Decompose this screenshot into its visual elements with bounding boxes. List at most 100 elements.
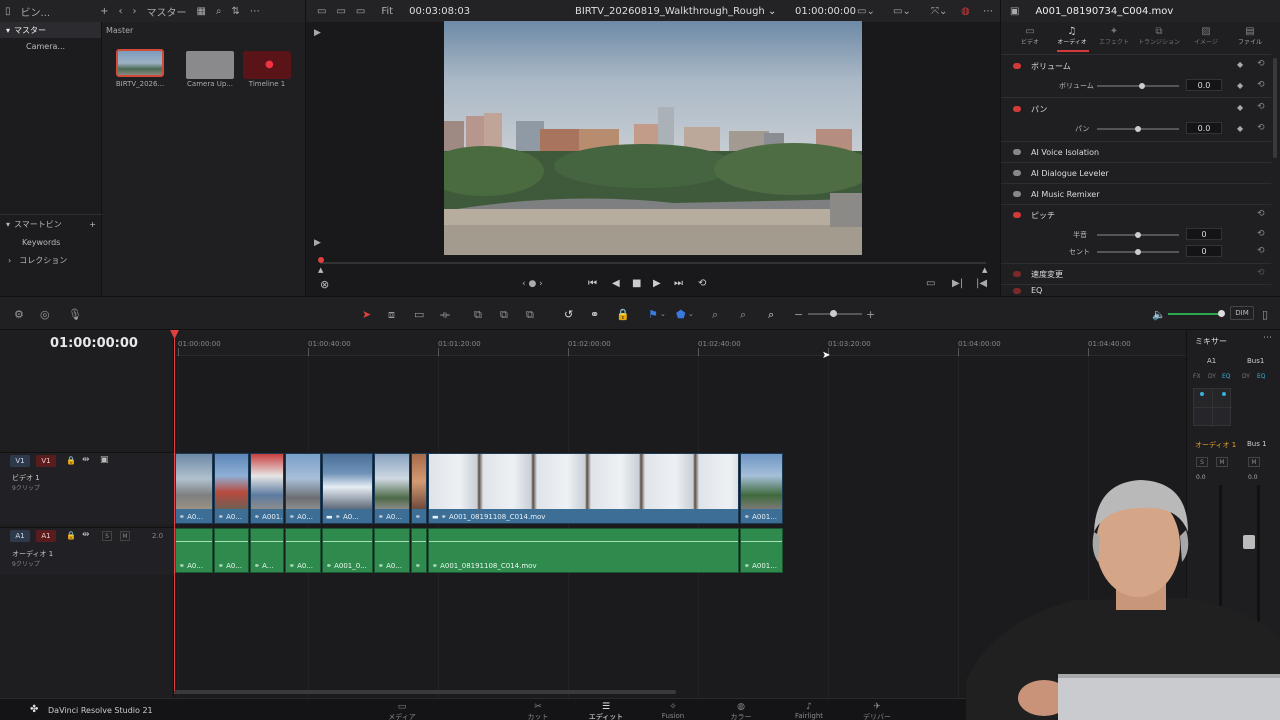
- ai-voice-isolation[interactable]: AI Voice Isolation: [1001, 142, 1271, 162]
- viewer-video-frame[interactable]: [444, 21, 862, 255]
- reset-icon[interactable]: ⟲: [1257, 59, 1265, 69]
- timeline-name-dropdown[interactable]: BIRTV_20260819_Walkthrough_Rough ⌄: [570, 6, 781, 17]
- page-tab-fairlight[interactable]: ♪ Fairlight: [784, 702, 834, 720]
- dual-viewer-icon[interactable]: ▭: [331, 6, 350, 17]
- play-icon[interactable]: ▶: [653, 278, 661, 289]
- reset-icon[interactable]: ⟲: [1257, 123, 1265, 133]
- page-tab-media[interactable]: ▭ メディア: [377, 702, 427, 720]
- a1-dest-patch[interactable]: A1: [36, 530, 56, 542]
- zoom-slider-knob[interactable]: [830, 310, 837, 317]
- reset-icon[interactable]: ⟲: [1257, 268, 1265, 278]
- folder-icon[interactable]: [186, 51, 234, 79]
- panel-toggle-icon[interactable]: ▯: [0, 6, 16, 17]
- chevron-down-icon[interactable]: ⌄: [660, 310, 666, 318]
- search-icon[interactable]: ⌕: [211, 6, 227, 17]
- audio-clip[interactable]: ⚭: [411, 528, 427, 573]
- auto-select-icon[interactable]: ⇹: [82, 455, 90, 465]
- pan-value[interactable]: 0.0: [1186, 122, 1222, 134]
- loop-icon[interactable]: ⟲: [698, 278, 706, 289]
- mixer-mute-button[interactable]: M: [1216, 457, 1228, 467]
- keyframe-icon[interactable]: ◆: [1237, 60, 1243, 69]
- keyframe-icon[interactable]: ◆: [1237, 124, 1243, 133]
- eq-button[interactable]: EQ: [1222, 373, 1231, 380]
- audio-clip[interactable]: ⚭ A0...: [374, 528, 410, 573]
- smartbin-collection[interactable]: › コレクション: [0, 252, 102, 268]
- tab-file[interactable]: ▤ ファイル: [1235, 26, 1265, 46]
- overwrite-clip-icon[interactable]: ⧉: [500, 308, 508, 322]
- clip-thumbnail-timeline[interactable]: [116, 49, 164, 77]
- grid-view-icon[interactable]: ▦: [191, 6, 210, 17]
- page-tab-fusion[interactable]: ✧ Fusion: [648, 702, 698, 720]
- snapping-icon[interactable]: ↺: [564, 308, 573, 321]
- insert-clip-icon[interactable]: ⧉: [474, 308, 482, 322]
- lock-track-icon[interactable]: 🔒: [66, 531, 76, 540]
- marker-icon[interactable]: ⬟: [676, 308, 686, 321]
- semitone-slider-knob[interactable]: [1135, 232, 1141, 238]
- match-frame-icon[interactable]: ▭: [926, 278, 935, 289]
- track-enable-icon[interactable]: ▣: [100, 455, 109, 465]
- page-tab-color[interactable]: ◍ カラー: [716, 702, 766, 720]
- in-marker-icon[interactable]: ▲: [318, 266, 323, 274]
- v1-source-patch[interactable]: V1: [10, 455, 30, 467]
- video-clip[interactable]: ⚭ A0...: [175, 453, 213, 524]
- jog-control[interactable]: ‹ ● ›: [522, 279, 543, 289]
- audio-clip[interactable]: ⚭ A0...: [214, 528, 249, 573]
- volume-value[interactable]: 0.0: [1186, 79, 1222, 91]
- lock-icon[interactable]: 🔒: [616, 308, 630, 321]
- more-options-icon[interactable]: ⋯: [978, 6, 998, 17]
- mixer-solo-button[interactable]: S: [1196, 457, 1208, 467]
- more-options-icon[interactable]: ⋯: [245, 6, 265, 17]
- audio-scrub-icon[interactable]: ⊗: [320, 278, 329, 291]
- pan-scope[interactable]: [1193, 388, 1232, 427]
- reset-icon[interactable]: ⟲: [1257, 246, 1265, 256]
- add-bin-icon[interactable]: +: [95, 6, 113, 17]
- color-wheel-icon[interactable]: ◍: [956, 6, 975, 17]
- mic-icon[interactable]: 🎙: [68, 308, 82, 321]
- clip-overlay-icon[interactable]: ▭⌄: [888, 6, 916, 17]
- audio-clip[interactable]: ⚭ A...: [250, 528, 284, 573]
- tab-video[interactable]: ▭ ビデオ: [1017, 26, 1043, 46]
- trim-tool-icon[interactable]: ⧈: [388, 308, 395, 322]
- sort-icon[interactable]: ⇅: [227, 6, 245, 17]
- link-icon[interactable]: ⚭: [590, 308, 599, 321]
- v1-dest-patch[interactable]: V1: [36, 455, 56, 467]
- eq-button[interactable]: EQ: [1257, 373, 1266, 380]
- nav-back-icon[interactable]: ‹: [113, 6, 127, 17]
- zoom-out-icon[interactable]: −: [794, 308, 803, 321]
- audio-clip[interactable]: ⚭ A001...: [740, 528, 783, 573]
- mute-button[interactable]: M: [120, 531, 130, 541]
- video-clip[interactable]: ⚭ A001...: [250, 453, 284, 524]
- timeline-scrollbar[interactable]: [174, 690, 676, 694]
- pan-slider-knob[interactable]: [1135, 126, 1141, 132]
- reset-icon[interactable]: ⟲: [1257, 209, 1265, 219]
- video-clip[interactable]: ⚭ A0...: [214, 453, 249, 524]
- volume-section-header[interactable]: ボリューム: [1001, 56, 1271, 76]
- selection-tool-icon[interactable]: ➤: [362, 308, 371, 321]
- solo-button[interactable]: S: [102, 531, 112, 541]
- dynamics-button[interactable]: DY: [1208, 373, 1216, 380]
- video-clip[interactable]: ⚭: [411, 453, 427, 524]
- go-to-start-icon[interactable]: ⏮: [588, 278, 597, 289]
- page-tab-edit[interactable]: ☰ エディット: [581, 702, 631, 720]
- zoom-detail-icon[interactable]: ⌕: [740, 308, 746, 322]
- dynamic-trim-icon[interactable]: ▭: [414, 308, 424, 321]
- video-clip[interactable]: ⚭ A001...: [740, 453, 783, 524]
- inspector-scrollbar[interactable]: [1273, 58, 1277, 158]
- tab-effects[interactable]: ✦ エフェクト: [1099, 26, 1129, 46]
- timeline-icon[interactable]: ●: [243, 51, 291, 79]
- video-clip[interactable]: ⚭ A0...: [285, 453, 321, 524]
- master-menu[interactable]: マスター: [141, 4, 191, 19]
- blade-tool-icon[interactable]: ⟛: [440, 308, 450, 322]
- dynamics-button[interactable]: DY: [1242, 373, 1250, 380]
- pitch-section-header[interactable]: ピッチ: [1001, 205, 1271, 225]
- eq-section[interactable]: EQ: [1001, 285, 1271, 296]
- prev-edit-icon[interactable]: |◀: [976, 278, 987, 289]
- cinema-icon[interactable]: ▭: [351, 6, 370, 17]
- speaker-icon[interactable]: 🔈: [1152, 308, 1166, 321]
- zoom-full-icon[interactable]: ⌕: [712, 308, 718, 322]
- chevron-down-icon[interactable]: ⌄: [688, 310, 694, 318]
- play-forward-side-icon[interactable]: ▶: [314, 238, 321, 248]
- volume-slider[interactable]: [1097, 85, 1179, 87]
- fx-button[interactable]: FX: [1193, 373, 1201, 380]
- zoom-in-icon[interactable]: +: [866, 308, 875, 321]
